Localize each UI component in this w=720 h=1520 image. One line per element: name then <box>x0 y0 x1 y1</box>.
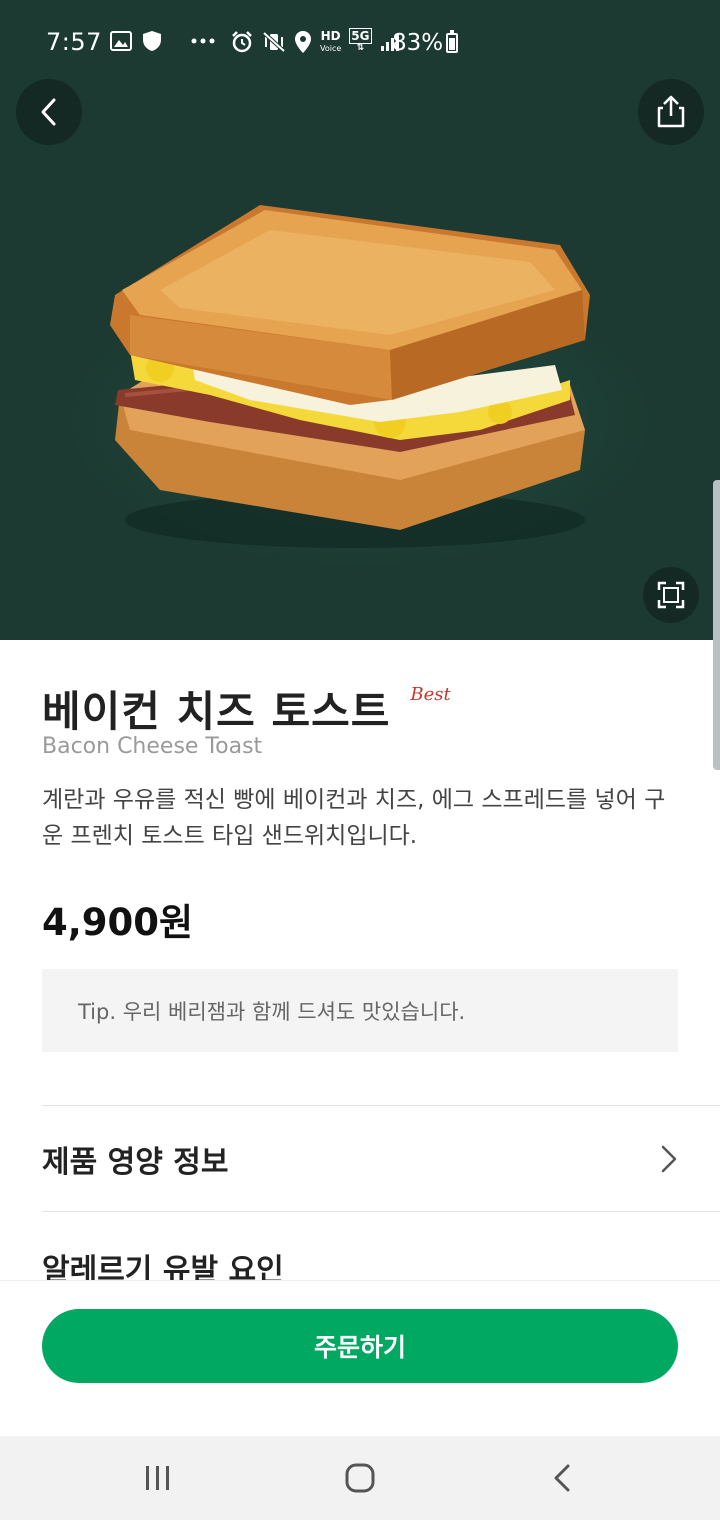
product-price: 4,900원 <box>42 901 194 944</box>
share-button[interactable] <box>638 79 704 145</box>
hd-label: HD <box>320 28 341 43</box>
location-icon <box>295 31 311 53</box>
hd-voice-icon: HD Voice <box>320 28 342 53</box>
nutrition-info-row[interactable]: 제품 영양 정보 <box>42 1106 678 1212</box>
status-bar: 7:57 HD Voice 5G ⇅ 83% <box>0 0 720 88</box>
nutrition-info-label: 제품 영양 정보 <box>42 1145 229 1180</box>
fullscreen-icon <box>657 581 685 609</box>
share-icon <box>657 95 685 128</box>
product-description: 계란과 우유를 적신 빵에 베이컨과 치즈, 에그 스프레드를 넣어 구운 프렌… <box>42 787 666 849</box>
status-time: 7:57 <box>46 28 102 56</box>
more-notifications-icon <box>191 38 215 44</box>
gallery-icon <box>110 31 132 51</box>
system-back-button[interactable] <box>532 1454 592 1502</box>
product-hero: 7:57 HD Voice 5G ⇅ 83% <box>0 0 720 640</box>
network-5g-icon: 5G ⇅ <box>349 28 372 53</box>
product-image <box>110 205 590 548</box>
order-bar: 주문하기 <box>0 1281 720 1436</box>
tip-box: Tip. 우리 베리잼과 함께 드셔도 맛있습니다. <box>42 969 678 1052</box>
allergy-info-label: 알레르기 유발 요인 <box>42 1253 284 1282</box>
product-english-name: Bacon Cheese Toast <box>42 734 263 759</box>
recent-apps-icon <box>146 1466 169 1490</box>
back-arrow-icon <box>554 1464 570 1492</box>
tip-text: Tip. 우리 베리잼과 함께 드셔도 맛있습니다. <box>78 999 466 1024</box>
status-notification-icons <box>110 30 216 52</box>
order-button[interactable]: 주문하기 <box>42 1309 678 1383</box>
battery-icon <box>446 30 458 53</box>
product-title: 베이컨 치즈 토스트 <box>42 687 391 736</box>
status-system-icons: HD Voice 5G ⇅ <box>230 28 400 54</box>
vibrate-mute-icon <box>262 31 286 53</box>
system-navigation-bar <box>0 1436 720 1520</box>
shield-icon <box>143 31 161 51</box>
back-button[interactable] <box>16 79 82 145</box>
battery-percent: 83% <box>392 30 444 56</box>
expand-image-button[interactable] <box>643 567 699 623</box>
best-badge: Best <box>410 684 451 705</box>
recent-apps-button[interactable] <box>128 1454 188 1502</box>
chevron-right-icon <box>661 1145 677 1173</box>
allergy-info-row[interactable]: 알레르기 유발 요인 <box>42 1212 678 1282</box>
chevron-left-icon <box>41 98 56 126</box>
home-icon <box>345 1463 375 1493</box>
title-row: 베이컨 치즈 토스트 Best <box>42 678 451 739</box>
home-button[interactable] <box>330 1454 390 1502</box>
alarm-icon <box>232 31 252 53</box>
network-label: 5G <box>349 28 372 44</box>
side-scroll-handle[interactable] <box>713 480 720 770</box>
